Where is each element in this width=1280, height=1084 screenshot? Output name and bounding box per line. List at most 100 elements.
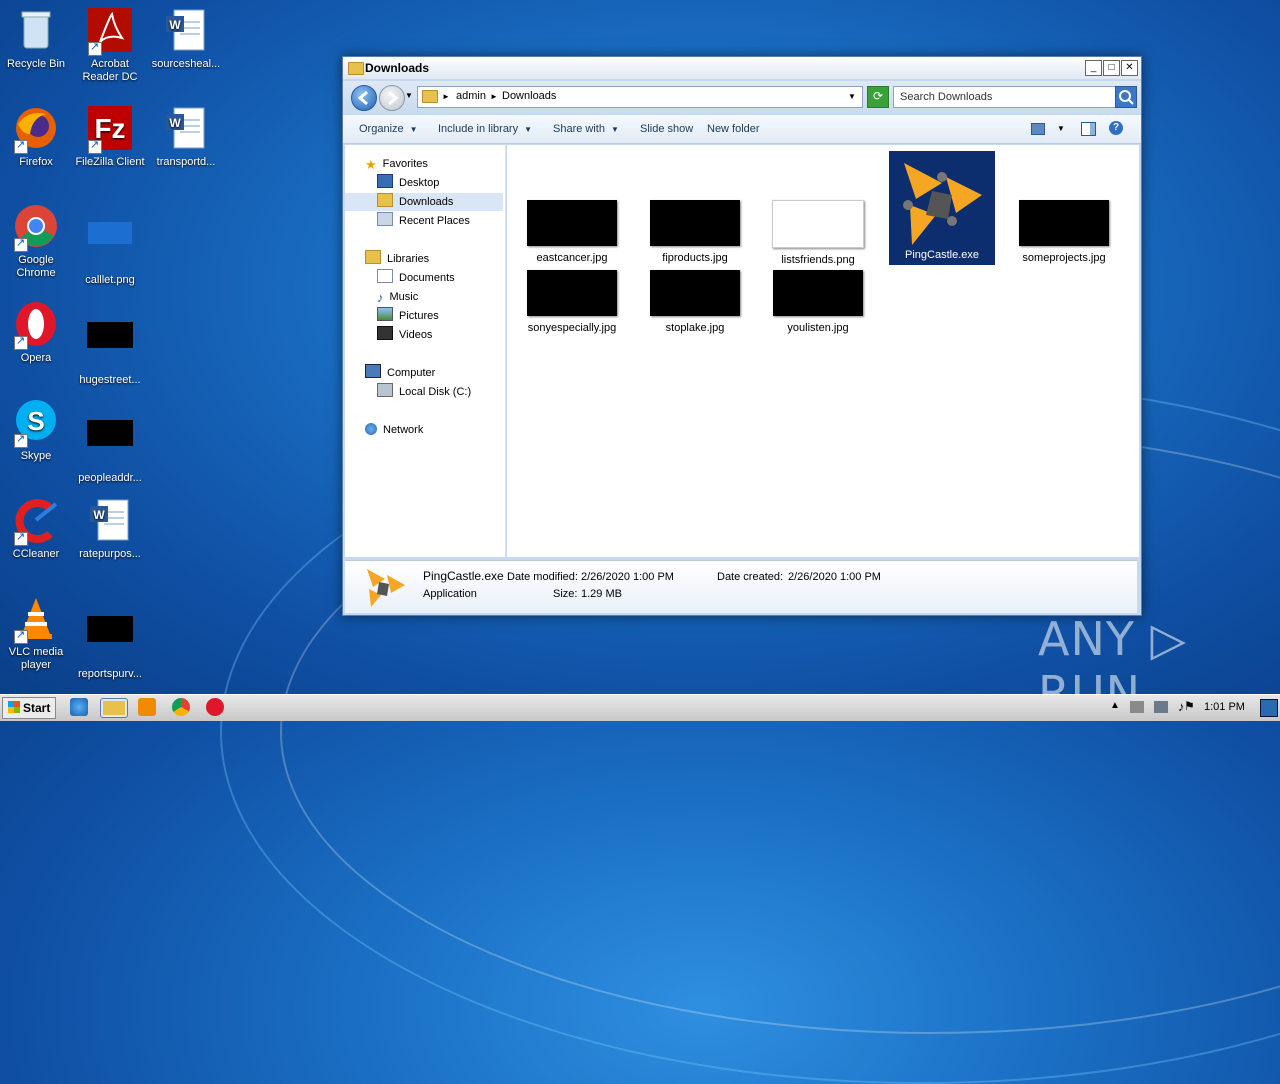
- nav-local-disk[interactable]: Local Disk (C:): [377, 383, 471, 401]
- file-item-selected[interactable]: PingCastle.exe: [889, 151, 995, 265]
- chrome-taskbar-icon[interactable]: [172, 698, 190, 716]
- desktop-icon-ccleaner[interactable]: CCleaner: [0, 496, 72, 561]
- change-view-icon[interactable]: [1031, 123, 1045, 135]
- desktop-icon-label: transportd...: [156, 156, 216, 168]
- nav-documents[interactable]: Documents: [377, 269, 455, 287]
- desktop-icon-label: sourcesheal...: [151, 58, 221, 70]
- svg-text:S: S: [27, 406, 44, 436]
- nav-pictures[interactable]: Pictures: [377, 307, 439, 325]
- breadcrumb-admin[interactable]: admin: [456, 90, 486, 102]
- downloads-folder-icon: [377, 193, 393, 207]
- desktop-icon-peopleaddr[interactable]: peopleaddr...: [74, 398, 146, 485]
- image-thumbnail: [772, 200, 864, 248]
- ie-taskbar-icon[interactable]: [70, 698, 88, 716]
- file-item[interactable]: fiproducts.jpg: [640, 200, 750, 264]
- nav-desktop[interactable]: Desktop: [377, 174, 439, 192]
- desktop-icon-vlc[interactable]: VLC media player: [0, 594, 72, 672]
- address-bar[interactable]: ► admin ► Downloads ▼: [417, 86, 863, 108]
- recycle-bin-icon: [12, 6, 60, 54]
- organize-menu[interactable]: Organize ▼: [359, 123, 418, 135]
- folder-icon: [422, 90, 438, 103]
- clock[interactable]: 1:01 PM: [1204, 701, 1245, 713]
- word-doc-icon: W: [162, 6, 210, 54]
- start-button[interactable]: Start: [2, 697, 56, 719]
- search-input[interactable]: Search Downloads: [893, 86, 1117, 108]
- desktop-icon-opera[interactable]: Opera: [0, 300, 72, 365]
- desktop-icon-label: FileZilla Client: [75, 156, 145, 168]
- desktop-icon-sourcesheal[interactable]: W sourcesheal...: [150, 6, 222, 71]
- file-item[interactable]: someprojects.jpg: [1009, 200, 1119, 264]
- share-with-menu[interactable]: Share with ▼: [553, 123, 619, 135]
- recent-places-icon: [377, 212, 393, 226]
- detail-created-label: Date created:: [717, 571, 784, 583]
- desktop-icon-filezilla[interactable]: Fz FileZilla Client: [74, 104, 146, 169]
- desktop-icon-reportspurv[interactable]: reportspurv...: [74, 594, 146, 681]
- file-item[interactable]: listsfriends.png: [763, 200, 873, 266]
- svg-text:W: W: [169, 116, 181, 130]
- view-dropdown-icon[interactable]: ▼: [1057, 124, 1065, 133]
- nav-favorites[interactable]: ★ Favorites: [365, 155, 428, 173]
- new-folder-button[interactable]: New folder: [707, 123, 760, 135]
- desktop-icon-transportd[interactable]: W transportd...: [150, 104, 222, 169]
- breadcrumb-downloads[interactable]: Downloads: [502, 90, 556, 102]
- nav-downloads[interactable]: Downloads: [345, 193, 503, 211]
- file-name: sonyespecially.jpg: [527, 322, 617, 334]
- network-tray-icon[interactable]: [1154, 701, 1168, 713]
- file-item[interactable]: stoplake.jpg: [640, 270, 750, 334]
- desktop-icon-ratepurpos[interactable]: W ratepurpos...: [74, 496, 146, 561]
- minimize-button[interactable]: _: [1085, 60, 1102, 76]
- slide-show-button[interactable]: Slide show: [640, 123, 693, 135]
- share-label: Share with: [553, 123, 605, 135]
- help-icon[interactable]: ?: [1109, 121, 1123, 135]
- nav-libraries[interactable]: Libraries: [365, 250, 429, 268]
- desktop-icon-acrobat[interactable]: Acrobat Reader DC: [74, 6, 146, 84]
- include-in-library-menu[interactable]: Include in library ▼: [438, 123, 532, 135]
- refresh-button[interactable]: ⟳: [867, 86, 889, 108]
- image-thumbnail: [527, 270, 617, 316]
- desktop-icon-hugestreet[interactable]: hugestreet...: [74, 300, 146, 387]
- nav-videos[interactable]: Videos: [377, 326, 432, 344]
- opera-taskbar-icon[interactable]: [206, 698, 224, 716]
- history-dropdown-icon[interactable]: ▼: [405, 91, 413, 100]
- desktop-icon-firefox[interactable]: Firefox: [0, 104, 72, 169]
- nav-music[interactable]: ♪ Music: [377, 288, 418, 306]
- flag-icon[interactable]: ⚑: [1184, 699, 1195, 713]
- search-button[interactable]: [1115, 86, 1137, 108]
- nav-computer[interactable]: Computer: [365, 364, 435, 382]
- address-dropdown-icon[interactable]: ▼: [848, 92, 856, 101]
- preview-pane-icon[interactable]: [1081, 122, 1096, 136]
- file-item[interactable]: youlisten.jpg: [763, 270, 873, 334]
- show-desktop-button[interactable]: [1260, 699, 1278, 717]
- action-center-icon[interactable]: [1130, 701, 1144, 713]
- nav-label: Downloads: [399, 196, 454, 208]
- explorer-window[interactable]: Downloads _ □ ✕ ▼ ► admin ► Downloads ▼ …: [342, 56, 1142, 616]
- show-hidden-icons-icon[interactable]: ▲: [1110, 700, 1120, 711]
- explorer-taskbar-icon[interactable]: [100, 698, 128, 718]
- nav-label: Libraries: [387, 253, 430, 265]
- desktop-icon-skype[interactable]: S Skype: [0, 398, 72, 463]
- videos-icon: [377, 326, 393, 340]
- maximize-button[interactable]: □: [1103, 60, 1120, 76]
- close-button[interactable]: ✕: [1121, 60, 1138, 76]
- title-bar[interactable]: Downloads _ □ ✕: [343, 57, 1141, 79]
- media-player-taskbar-icon[interactable]: [138, 698, 156, 716]
- back-button[interactable]: [351, 85, 377, 111]
- desktop-icon-recycle-bin[interactable]: Recycle Bin: [0, 6, 72, 71]
- nav-network[interactable]: Network: [365, 421, 423, 439]
- file-name: youlisten.jpg: [787, 322, 849, 334]
- word-doc-icon: W: [162, 104, 210, 152]
- file-item[interactable]: sonyespecially.jpg: [517, 270, 627, 334]
- file-name: eastcancer.jpg: [536, 252, 608, 264]
- dropdown-icon: ▼: [610, 125, 619, 134]
- file-name: someprojects.jpg: [1022, 252, 1106, 264]
- file-item[interactable]: eastcancer.jpg: [517, 200, 627, 264]
- file-name: listsfriends.png: [781, 254, 855, 266]
- image-thumbnail: [1019, 200, 1109, 246]
- forward-button[interactable]: [379, 85, 405, 111]
- desktop-icon-calllet[interactable]: calllet.png: [74, 202, 146, 287]
- music-note-icon: ♪: [377, 290, 384, 305]
- nav-recent-places[interactable]: Recent Places: [377, 212, 470, 230]
- desktop-icon-chrome[interactable]: Google Chrome: [0, 202, 72, 280]
- image-file-icon: [86, 222, 134, 270]
- desktop-icon-label: ratepurpos...: [79, 548, 141, 560]
